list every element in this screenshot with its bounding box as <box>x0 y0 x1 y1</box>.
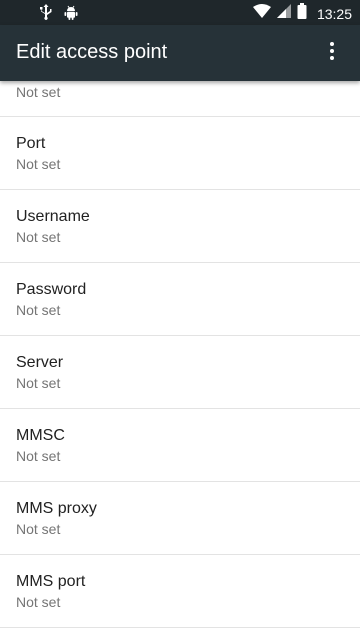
settings-list: Not set Port Not set Username Not set Pa… <box>0 81 360 628</box>
app-bar: Edit access point <box>0 25 360 81</box>
more-vert-icon <box>330 41 334 65</box>
status-notifications <box>40 4 78 25</box>
list-item-port[interactable]: Port Not set <box>0 117 360 190</box>
list-item-password[interactable]: Password Not set <box>0 263 360 336</box>
list-item-summary: Not set <box>16 229 61 245</box>
list-item-summary: Not set <box>16 448 61 464</box>
list-item-mms-proxy[interactable]: MMS proxy Not set <box>0 482 360 555</box>
status-system-icons: 13:25 <box>252 3 352 24</box>
list-item-title: MMS proxy <box>16 500 97 517</box>
list-item-title: Password <box>16 281 87 298</box>
list-item-summary: Not set <box>16 84 61 100</box>
list-item-summary: Not set <box>16 594 61 610</box>
list-item-title: Username <box>16 208 90 225</box>
list-item-summary: Not set <box>16 302 61 318</box>
usb-icon <box>40 4 52 25</box>
status-bar: 13:25 <box>0 0 360 25</box>
list-item-summary: Not set <box>16 521 61 537</box>
list-item-partial[interactable]: Not set <box>0 81 360 117</box>
page-title: Edit access point <box>16 41 168 63</box>
overflow-menu-button[interactable] <box>312 33 352 73</box>
android-debug-icon <box>64 5 78 25</box>
list-item-title: Server <box>16 354 64 371</box>
list-item-title: MMSC <box>16 427 65 444</box>
battery-icon <box>297 3 307 24</box>
status-time: 13:25 <box>316 5 352 22</box>
cell-signal-icon <box>276 4 291 23</box>
list-item-summary: Not set <box>16 156 61 172</box>
list-item-mms-port[interactable]: MMS port Not set <box>0 555 360 628</box>
list-item-title: MMS port <box>16 573 86 590</box>
list-item-summary: Not set <box>16 375 61 391</box>
wifi-icon <box>252 4 271 23</box>
list-item-mmsc[interactable]: MMSC Not set <box>0 409 360 482</box>
list-item-username[interactable]: Username Not set <box>0 190 360 263</box>
list-item-title: Port <box>16 135 46 152</box>
list-item-server[interactable]: Server Not set <box>0 336 360 409</box>
